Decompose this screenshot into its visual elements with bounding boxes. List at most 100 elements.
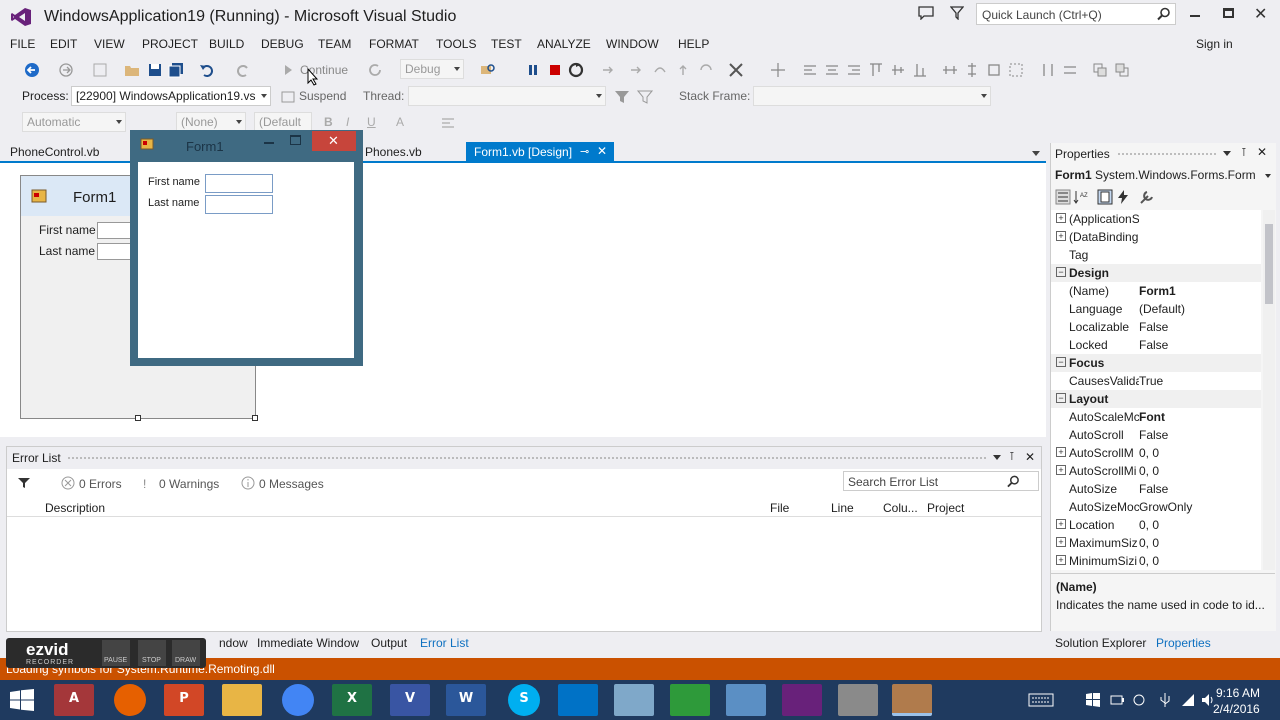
property-row[interactable]: Locked False: [1051, 336, 1261, 354]
ezvid-draw-button[interactable]: DRAW: [172, 640, 200, 666]
undo-icon[interactable]: [199, 62, 215, 78]
resize-handle-bottom[interactable]: [135, 415, 141, 421]
find-in-files-icon[interactable]: [480, 62, 496, 78]
menu-view[interactable]: VIEW: [94, 37, 125, 51]
categorized-icon[interactable]: [1055, 189, 1071, 205]
taskbar-tools[interactable]: [838, 684, 878, 716]
font-mode-select[interactable]: Automatic: [22, 112, 126, 132]
properties-pin-icon[interactable]: ⊺: [1241, 146, 1247, 159]
property-row[interactable]: AutoSizeMoc GrowOnly: [1051, 498, 1261, 516]
panel-drag-grip[interactable]: [67, 456, 987, 461]
suspend-button[interactable]: Suspend: [299, 89, 346, 103]
property-row[interactable]: + (ApplicationS: [1051, 210, 1261, 228]
collapse-icon[interactable]: −: [1056, 267, 1066, 277]
property-value[interactable]: False: [1139, 428, 1168, 442]
feedback-icon[interactable]: [918, 6, 934, 20]
property-value[interactable]: 0, 0: [1139, 518, 1159, 532]
windows-flag-icon[interactable]: [1086, 693, 1100, 707]
toolbox-tools-icon[interactable]: [728, 62, 744, 78]
menu-analyze[interactable]: ANALYZE: [537, 37, 591, 51]
running-form-window[interactable]: Form1 ✕ First name Last name: [130, 130, 363, 366]
underline-icon[interactable]: U: [367, 115, 376, 129]
step-over-icon[interactable]: [652, 62, 668, 78]
forward-icon[interactable]: [58, 62, 74, 78]
messages-filter-button[interactable]: 0 Messages: [259, 477, 324, 491]
sync-icon[interactable]: [1132, 693, 1146, 707]
italic-icon[interactable]: I: [346, 115, 349, 129]
show-flagged-threads-icon[interactable]: [637, 89, 653, 105]
alphabetical-icon[interactable]: AZ: [1073, 189, 1089, 205]
stack-frame-select[interactable]: [753, 86, 991, 106]
panel-drag-grip[interactable]: [1117, 152, 1217, 157]
property-category[interactable]: − Layout: [1051, 390, 1261, 408]
send-to-back-icon[interactable]: [1114, 62, 1130, 78]
property-row[interactable]: + MaximumSiz 0, 0: [1051, 534, 1261, 552]
scrollbar-thumb[interactable]: [1265, 224, 1273, 304]
back-icon[interactable]: [24, 62, 40, 78]
tab-phones[interactable]: Phones.vb: [357, 142, 430, 163]
pin-tab-icon[interactable]: ⊸: [580, 145, 589, 158]
property-value[interactable]: 0, 0: [1139, 446, 1159, 460]
running-form-minimize-button[interactable]: [264, 142, 274, 144]
resize-handle-corner[interactable]: [252, 415, 258, 421]
make-same-width-icon[interactable]: [942, 62, 958, 78]
property-value[interactable]: GrowOnly: [1139, 500, 1192, 514]
tab-overflow-icon[interactable]: [1032, 151, 1040, 156]
close-tab-icon[interactable]: ✕: [597, 144, 607, 158]
align-rights-icon[interactable]: [846, 62, 862, 78]
restart-icon[interactable]: [568, 62, 584, 78]
size-to-grid-icon[interactable]: [1008, 62, 1024, 78]
text-align-icon[interactable]: [440, 115, 456, 131]
minimize-button[interactable]: [1190, 15, 1200, 17]
step-into-icon[interactable]: [628, 62, 644, 78]
property-row[interactable]: CausesValida True: [1051, 372, 1261, 390]
error-list-pin-icon[interactable]: ⊺: [1009, 450, 1015, 463]
menu-format[interactable]: FORMAT: [369, 37, 419, 51]
collapse-icon[interactable]: −: [1056, 357, 1066, 367]
network-icon[interactable]: [1180, 692, 1196, 708]
sign-in-link[interactable]: Sign in: [1196, 37, 1233, 51]
properties-view-icon[interactable]: [1097, 189, 1113, 205]
make-same-height-icon[interactable]: [964, 62, 980, 78]
expand-icon[interactable]: +: [1056, 555, 1066, 565]
save-icon[interactable]: [147, 62, 163, 78]
property-value[interactable]: False: [1139, 320, 1168, 334]
open-file-icon[interactable]: [124, 62, 140, 78]
warnings-filter-button[interactable]: 0 Warnings: [159, 477, 219, 491]
menu-file[interactable]: FILE: [10, 37, 35, 51]
property-row[interactable]: (Name) Form1: [1051, 282, 1261, 300]
menu-debug[interactable]: DEBUG: [261, 37, 304, 51]
property-pages-icon[interactable]: [1139, 189, 1155, 205]
quick-launch-input[interactable]: Quick Launch (Ctrl+Q): [976, 3, 1176, 25]
menu-test[interactable]: TEST: [491, 37, 522, 51]
tab-properties[interactable]: Properties: [1156, 636, 1211, 650]
menu-project[interactable]: PROJECT: [142, 37, 198, 51]
last-name-textbox[interactable]: [205, 195, 273, 214]
step-out-icon[interactable]: [675, 62, 691, 78]
menu-edit[interactable]: EDIT: [50, 37, 77, 51]
font-size-select[interactable]: (Default: [254, 112, 312, 132]
taskbar-powerpoint[interactable]: P: [164, 684, 204, 716]
save-all-icon[interactable]: [168, 62, 184, 78]
error-list-menu-icon[interactable]: [993, 455, 1001, 460]
running-form-maximize-button[interactable]: [290, 135, 301, 145]
taskbar-photos[interactable]: [726, 684, 766, 716]
maximize-button[interactable]: [1223, 8, 1234, 18]
property-row[interactable]: Localizable False: [1051, 318, 1261, 336]
expand-icon[interactable]: +: [1056, 519, 1066, 529]
property-value[interactable]: 0, 0: [1139, 464, 1159, 478]
show-next-statement-icon[interactable]: [600, 62, 616, 78]
taskbar-excel[interactable]: X: [332, 684, 372, 716]
first-name-textbox[interactable]: [205, 174, 273, 193]
taskbar-firefox[interactable]: [114, 684, 146, 716]
filter-icon[interactable]: [950, 6, 964, 20]
property-row[interactable]: AutoScroll False: [1051, 426, 1261, 444]
property-grid-scrollbar[interactable]: [1263, 210, 1275, 570]
property-row[interactable]: + MinimumSizi 0, 0: [1051, 552, 1261, 570]
property-value[interactable]: 0, 0: [1139, 554, 1159, 568]
close-button[interactable]: ✕: [1254, 4, 1267, 24]
taskbar-notes[interactable]: [614, 684, 654, 716]
tab-solution-explorer[interactable]: Solution Explorer: [1055, 636, 1146, 650]
tab-immediate-window[interactable]: Immediate Window: [257, 636, 359, 650]
expand-icon[interactable]: +: [1056, 231, 1066, 241]
